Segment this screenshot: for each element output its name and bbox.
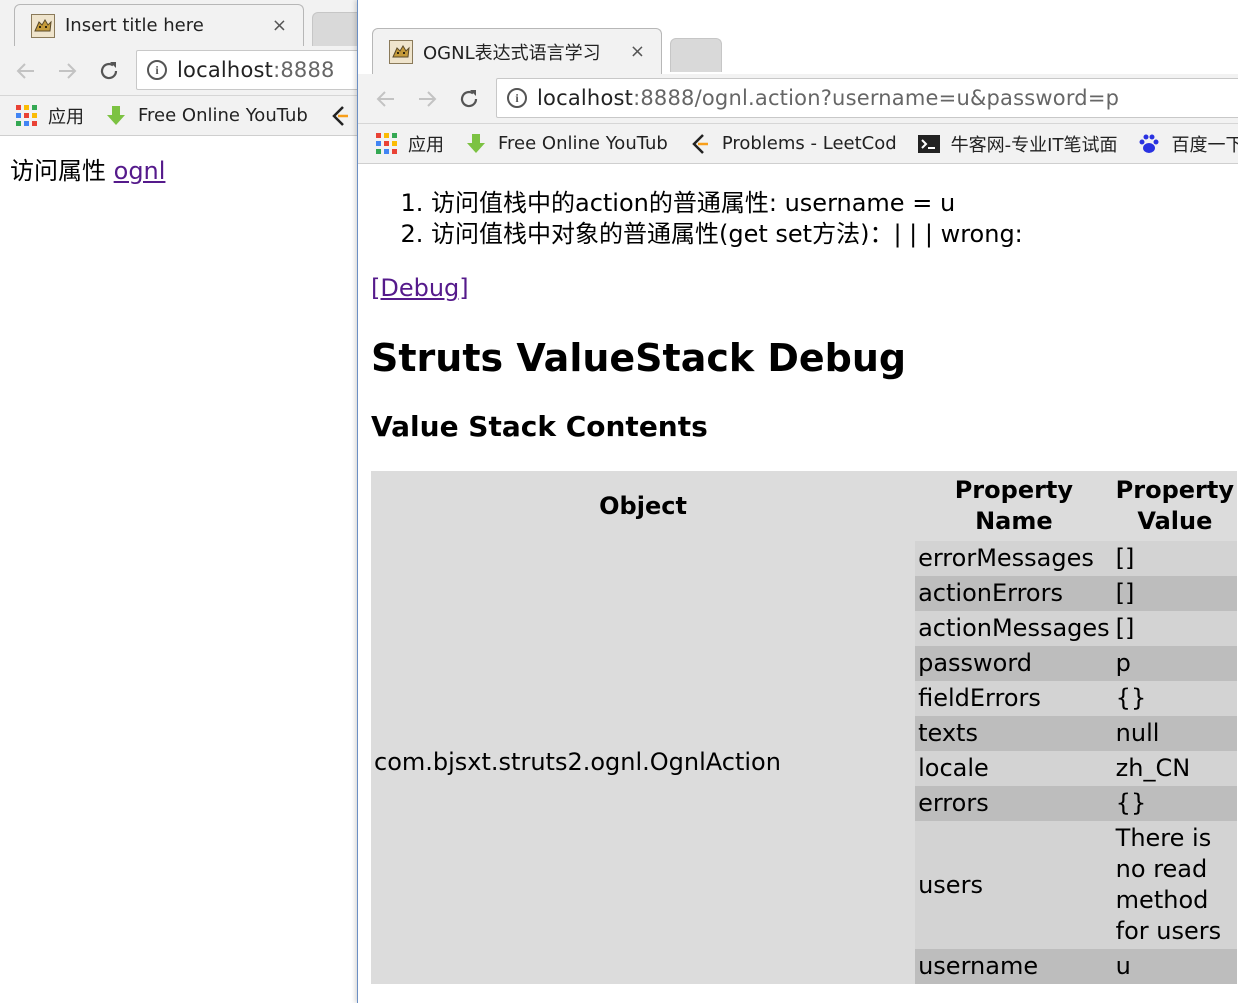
- bookmarks-bar: 应用 Free Online YouTub: [0, 96, 358, 136]
- property-value-cell: {}: [1112, 681, 1237, 716]
- bookmarks-bar: 应用 Free Online YouTub Problems - LeetCod…: [358, 124, 1238, 164]
- page-text: 访问属性: [10, 157, 106, 185]
- header-property-name: Property Name: [915, 471, 1113, 541]
- toolbar: i localhost:8888/ognl.action?username=u&…: [358, 74, 1238, 124]
- bookmark-label: 牛客网-专业IT笔试面: [950, 134, 1118, 156]
- page-title: Struts ValueStack Debug: [371, 336, 907, 380]
- property-name-cell: actionErrors: [915, 576, 1113, 611]
- back-arrow-icon[interactable]: [12, 57, 40, 85]
- tab-strip: OGNL表达式语言学习 ×: [358, 0, 1238, 74]
- property-value-cell: []: [1112, 611, 1237, 646]
- bookmark-youtube-downloader[interactable]: Free Online YouTub: [464, 132, 668, 156]
- new-tab-button[interactable]: [312, 12, 358, 46]
- browser-window-2: OGNL表达式语言学习 × i localhost:8888/ognl.acti…: [357, 0, 1238, 1003]
- property-value-cell: There is no read method for users: [1112, 821, 1237, 949]
- property-value-cell: {}: [1112, 786, 1237, 821]
- property-name-cell: users: [915, 821, 1113, 949]
- tab-title: OGNL表达式语言学习: [423, 42, 601, 64]
- value-stack-table: Object Property Name Property Value com.…: [371, 471, 1237, 984]
- download-arrow-icon: [464, 132, 488, 156]
- bookmark-nowcoder[interactable]: 牛客网-专业IT笔试面: [917, 131, 1118, 157]
- tab-close-icon[interactable]: ×: [272, 15, 287, 36]
- page-content: 访问值栈中的action的普通属性: username = u 访问值栈中对象的…: [358, 164, 1238, 1003]
- bookmark-apps[interactable]: 应用: [374, 131, 444, 157]
- url-text: localhost:8888: [177, 58, 335, 82]
- tab-strip: Insert title here ×: [0, 0, 358, 46]
- header-property-value: Property Value: [1112, 471, 1237, 541]
- bookmark-label: 应用: [48, 106, 84, 128]
- bookmark-label: 百度一下: [1171, 134, 1238, 156]
- bookmark-label: Free Online YouTub: [138, 105, 308, 126]
- download-arrow-icon: [104, 104, 128, 128]
- property-value-cell: p: [1112, 646, 1237, 681]
- info-icon[interactable]: i: [507, 88, 527, 108]
- property-value-cell: u: [1112, 949, 1237, 984]
- object-cell: com.bjsxt.struts2.ognl.OgnlAction: [371, 541, 916, 984]
- url-text: localhost:8888/ognl.action?username=u&pa…: [537, 86, 1120, 110]
- tab-close-icon[interactable]: ×: [630, 41, 645, 62]
- baidu-paw-icon: [1137, 132, 1161, 156]
- table-row: com.bjsxt.struts2.ognl.OgnlAction errorMe…: [371, 541, 1237, 984]
- browser-window-1: Insert title here × i localhost:8888 应用: [0, 0, 358, 1003]
- forward-arrow-icon[interactable]: [53, 57, 81, 85]
- bookmark-label: Free Online YouTub: [498, 133, 668, 154]
- property-name-cell: errorMessages: [915, 541, 1113, 576]
- reload-icon[interactable]: [455, 85, 483, 113]
- property-name-cell: actionMessages: [915, 611, 1113, 646]
- apps-grid-icon: [14, 104, 38, 128]
- forward-arrow-icon[interactable]: [413, 85, 441, 113]
- property-name-cell: password: [915, 646, 1113, 681]
- page-content: 访问属性 ognl: [0, 137, 358, 1003]
- property-value-cell: []: [1112, 541, 1237, 576]
- section-title: Value Stack Contents: [371, 410, 708, 443]
- property-value-cell: null: [1112, 716, 1237, 751]
- tab-insert-title[interactable]: Insert title here ×: [14, 4, 304, 46]
- property-name-cell: errors: [915, 786, 1113, 821]
- tomcat-favicon-icon: [389, 39, 413, 64]
- tab-ognl[interactable]: OGNL表达式语言学习 ×: [372, 28, 662, 74]
- list-item: 访问值栈中对象的普通属性(get set方法)：| | | wrong:: [431, 219, 1238, 250]
- toolbar: i localhost:8888: [0, 46, 358, 96]
- address-bar[interactable]: i localhost:8888: [136, 50, 358, 90]
- bookmark-baidu[interactable]: 百度一下: [1137, 131, 1238, 157]
- bookmark-leetcode[interactable]: Problems - LeetCod: [688, 132, 897, 156]
- result-list: 访问值栈中的action的普通属性: username = u 访问值栈中对象的…: [431, 188, 1238, 250]
- tab-title: Insert title here: [65, 15, 204, 36]
- bookmark-label: Problems - LeetCod: [721, 133, 897, 154]
- ognl-link[interactable]: ognl: [114, 157, 166, 185]
- info-icon[interactable]: i: [147, 60, 167, 80]
- leetcode-icon: [688, 132, 712, 156]
- bookmark-leetcode[interactable]: [328, 104, 358, 128]
- property-value-cell: []: [1112, 576, 1237, 611]
- property-name-cell: username: [915, 949, 1113, 984]
- leetcode-icon: [328, 104, 352, 128]
- debug-link[interactable]: [Debug]: [371, 274, 469, 302]
- bookmark-apps[interactable]: 应用: [14, 103, 84, 129]
- tomcat-favicon-icon: [31, 13, 55, 38]
- list-item: 访问值栈中的action的普通属性: username = u: [431, 188, 1238, 219]
- address-bar[interactable]: i localhost:8888/ognl.action?username=u&…: [496, 78, 1238, 118]
- property-value-cell: zh_CN: [1112, 751, 1237, 786]
- new-tab-button[interactable]: [670, 38, 722, 72]
- nowcoder-icon: [917, 132, 941, 156]
- back-arrow-icon[interactable]: [372, 85, 400, 113]
- reload-icon[interactable]: [95, 57, 123, 85]
- header-object: Object: [371, 471, 916, 541]
- property-name-cell: locale: [915, 751, 1113, 786]
- bookmark-label: 应用: [408, 134, 444, 156]
- property-name-cell: fieldErrors: [915, 681, 1113, 716]
- apps-grid-icon: [374, 132, 398, 156]
- bookmark-youtube-downloader[interactable]: Free Online YouTub: [104, 104, 308, 128]
- property-name-cell: texts: [915, 716, 1113, 751]
